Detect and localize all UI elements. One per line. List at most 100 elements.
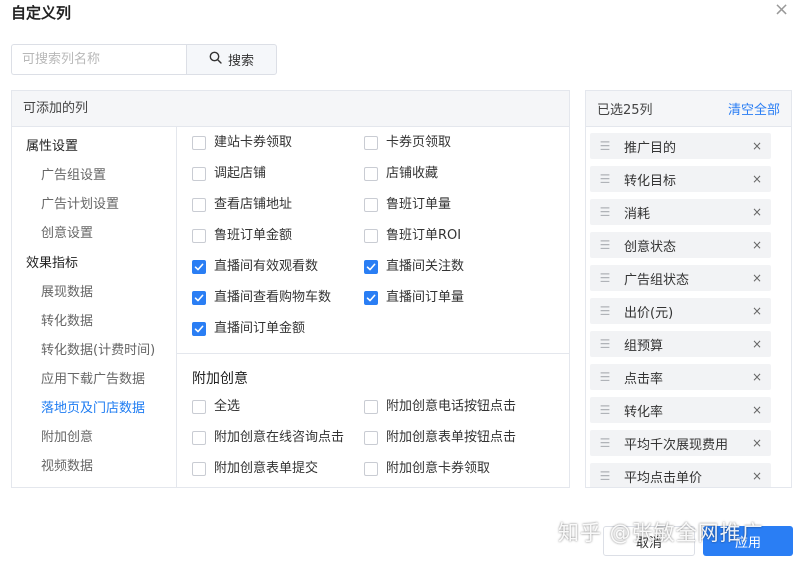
column-option[interactable]: 鲁班订单ROI xyxy=(364,228,461,244)
column-option[interactable]: 附加创意表单提交 xyxy=(192,461,318,477)
checkbox-checked[interactable] xyxy=(192,260,206,274)
remove-icon[interactable]: × xyxy=(743,271,771,285)
drag-handle-icon[interactable]: ☰ xyxy=(590,337,620,351)
remove-icon[interactable]: × xyxy=(743,238,771,252)
category-item[interactable]: 转化数据 xyxy=(12,313,177,331)
drag-handle-icon[interactable]: ☰ xyxy=(590,271,620,285)
category-item[interactable]: 应用下载广告数据 xyxy=(12,371,177,389)
column-option[interactable]: 调起店铺 xyxy=(192,166,266,182)
checkbox[interactable] xyxy=(364,400,378,414)
selected-count: 已选25列 xyxy=(597,103,653,118)
column-option[interactable]: 直播间查看购物车数 xyxy=(192,290,331,306)
checkbox[interactable] xyxy=(364,136,378,150)
checkbox[interactable] xyxy=(364,431,378,445)
drag-handle-icon[interactable]: ☰ xyxy=(590,469,620,483)
checkbox[interactable] xyxy=(192,198,206,212)
column-option[interactable]: 直播间有效观看数 xyxy=(192,259,318,275)
column-option[interactable]: 附加创意在线咨询点击 xyxy=(192,430,344,446)
drag-handle-icon[interactable]: ☰ xyxy=(590,205,620,219)
category-item[interactable]: 效果指标 xyxy=(12,255,177,273)
drag-handle-icon[interactable]: ☰ xyxy=(590,139,620,153)
checkbox[interactable] xyxy=(192,229,206,243)
remove-icon[interactable]: × xyxy=(743,337,771,351)
option-label: 附加创意表单提交 xyxy=(214,461,319,476)
remove-icon[interactable]: × xyxy=(743,205,771,219)
selected-column-label: 转化目标 xyxy=(624,173,677,189)
checkbox[interactable] xyxy=(192,136,206,150)
category-item[interactable]: 广告计划设置 xyxy=(12,196,177,214)
remove-icon[interactable]: × xyxy=(743,139,771,153)
checkbox[interactable] xyxy=(192,462,206,476)
column-option[interactable]: 查看店铺地址 xyxy=(192,197,292,213)
checkbox-checked[interactable] xyxy=(364,291,378,305)
column-option[interactable]: 附加创意电话按钮点击 xyxy=(364,399,516,415)
cancel-button[interactable]: 取消 xyxy=(603,526,695,556)
column-option[interactable]: 鲁班订单量 xyxy=(364,197,451,213)
selected-column-label: 平均点击单价 xyxy=(624,470,703,486)
category-item[interactable]: 附加创意 xyxy=(12,429,177,447)
drag-handle-icon[interactable]: ☰ xyxy=(590,238,620,252)
column-option[interactable]: 店铺收藏 xyxy=(364,166,438,182)
column-option[interactable]: 全选 xyxy=(192,399,240,415)
section-title-attached-creative: 附加创意 xyxy=(192,371,248,387)
selected-column-item: ☰ 创意状态 × xyxy=(590,232,771,258)
selected-column-item: ☰ 组预算 × xyxy=(590,331,771,357)
drag-handle-icon[interactable]: ☰ xyxy=(590,436,620,450)
option-label: 直播间有效观看数 xyxy=(214,259,319,274)
column-option[interactable]: 鲁班订单金额 xyxy=(192,228,292,244)
checkbox[interactable] xyxy=(364,167,378,181)
option-label: 附加创意电话按钮点击 xyxy=(386,399,517,414)
section-divider xyxy=(177,353,570,354)
category-item[interactable]: 展现数据 xyxy=(12,284,177,302)
checkbox-checked[interactable] xyxy=(192,291,206,305)
selected-column-item: ☰ 转化率 × xyxy=(590,397,771,423)
checkbox[interactable] xyxy=(192,400,206,414)
search-input[interactable] xyxy=(11,44,187,75)
category-item[interactable]: 广告组设置 xyxy=(12,167,177,185)
category-list: 属性设置广告组设置广告计划设置 创意设置效果指标展现数据转化数据转化数据(计费时间… xyxy=(12,127,177,487)
option-label: 调起店铺 xyxy=(214,166,267,181)
selected-column-label: 出价(元) xyxy=(624,305,674,321)
drag-handle-icon[interactable]: ☰ xyxy=(590,370,620,384)
remove-icon[interactable]: × xyxy=(743,469,771,483)
remove-icon[interactable]: × xyxy=(743,403,771,417)
column-option[interactable]: 建站卡券领取 xyxy=(192,135,292,151)
category-item[interactable]: 视频数据 xyxy=(12,458,177,476)
checkbox-checked[interactable] xyxy=(192,322,206,336)
category-item[interactable]: 转化数据(计费时间) xyxy=(12,342,177,360)
option-label: 店铺收藏 xyxy=(386,166,439,181)
column-option[interactable]: 附加创意表单按钮点击 xyxy=(364,430,516,446)
checkbox[interactable] xyxy=(364,462,378,476)
column-option[interactable]: 直播间订单金额 xyxy=(192,321,305,337)
option-label: 直播间订单金额 xyxy=(214,321,306,336)
column-option[interactable]: 直播间订单量 xyxy=(364,290,464,306)
selected-columns-header: 已选25列 清空全部 xyxy=(586,91,791,127)
column-option[interactable]: 卡券页领取 xyxy=(364,135,451,151)
remove-icon[interactable]: × xyxy=(743,436,771,450)
selected-column-item: ☰ 消耗 × xyxy=(590,199,771,225)
option-label: 直播间关注数 xyxy=(386,259,465,274)
checkbox[interactable] xyxy=(364,229,378,243)
selected-column-item: ☰ 点击率 × xyxy=(590,364,771,390)
category-item[interactable]: 创意设置 xyxy=(12,225,177,243)
apply-button[interactable]: 应用 xyxy=(703,526,793,556)
category-item[interactable]: 落地页及门店数据 xyxy=(12,400,177,418)
selected-column-item: ☰ 平均千次展现费用 × xyxy=(590,430,771,456)
checkbox[interactable] xyxy=(192,167,206,181)
column-option[interactable]: 附加创意卡券领取 xyxy=(364,461,490,477)
remove-icon[interactable]: × xyxy=(743,172,771,186)
category-item[interactable]: 属性设置 xyxy=(12,138,177,156)
clear-all-link[interactable]: 清空全部 xyxy=(728,99,780,118)
drag-handle-icon[interactable]: ☰ xyxy=(590,403,620,417)
checkbox[interactable] xyxy=(192,431,206,445)
remove-icon[interactable]: × xyxy=(743,370,771,384)
selected-column-item: ☰ 广告组状态 × xyxy=(590,265,771,291)
remove-icon[interactable]: × xyxy=(743,304,771,318)
checkbox[interactable] xyxy=(364,198,378,212)
drag-handle-icon[interactable]: ☰ xyxy=(590,172,620,186)
column-option[interactable]: 直播间关注数 xyxy=(364,259,464,275)
drag-handle-icon[interactable]: ☰ xyxy=(590,304,620,318)
search-button[interactable]: 搜索 xyxy=(186,44,277,75)
close-icon[interactable]: × xyxy=(774,1,789,19)
checkbox-checked[interactable] xyxy=(364,260,378,274)
